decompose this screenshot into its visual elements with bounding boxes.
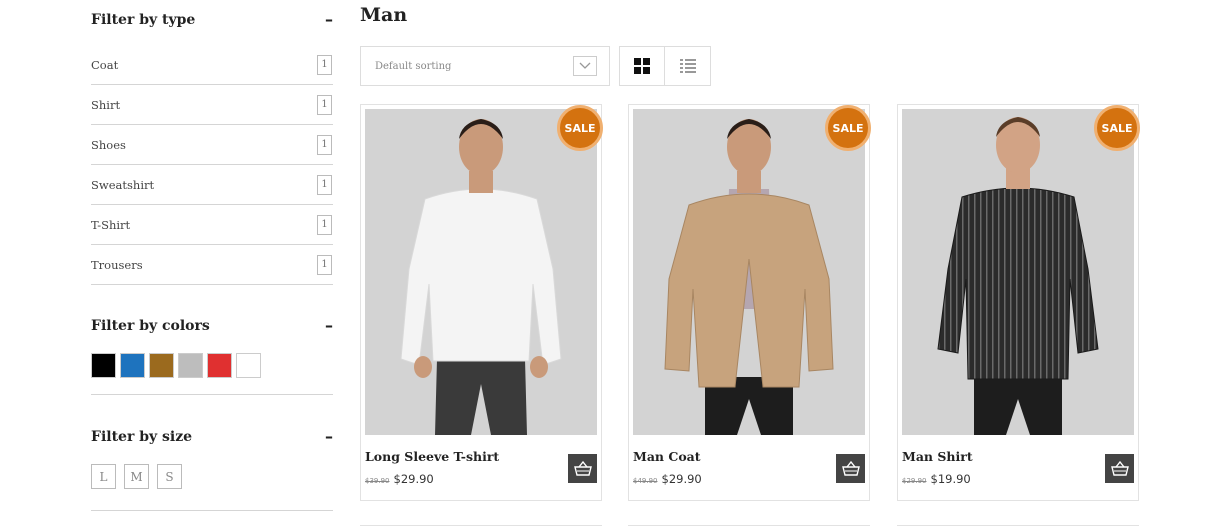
- size-option-s[interactable]: S: [157, 464, 182, 489]
- filter-by-colors-header[interactable]: Filter by colors –: [91, 316, 333, 335]
- sorting-selected-value: Default sorting: [375, 60, 452, 72]
- product-image[interactable]: [633, 109, 865, 435]
- type-count: 1: [317, 174, 332, 195]
- product-card[interactable]: SALE Man Coat $49.90 $29.90: [628, 104, 871, 501]
- filter-by-size-header[interactable]: Filter by size –: [91, 427, 333, 446]
- divider: [91, 394, 333, 395]
- collapse-icon[interactable]: –: [323, 427, 333, 446]
- grid-view-button[interactable]: [620, 47, 665, 85]
- collapse-icon[interactable]: –: [323, 10, 333, 29]
- product-name[interactable]: Man Shirt: [902, 449, 973, 464]
- type-label: T-Shirt: [91, 217, 131, 232]
- current-price: $29.90: [393, 472, 434, 486]
- list-view-button[interactable]: [665, 47, 710, 85]
- color-swatches: [91, 353, 261, 378]
- old-price: $29.90: [902, 477, 927, 485]
- current-price: $29.90: [661, 472, 702, 486]
- product-prices: $29.90 $19.90: [902, 472, 971, 486]
- type-count: 1: [317, 134, 332, 155]
- type-count: 1: [317, 94, 332, 115]
- add-to-cart-button[interactable]: [836, 454, 865, 483]
- product-image[interactable]: [365, 109, 597, 435]
- sorting-select[interactable]: Default sorting: [360, 46, 610, 86]
- color-swatch-black[interactable]: [91, 353, 116, 378]
- product-image[interactable]: [902, 109, 1134, 435]
- color-swatch-brown[interactable]: [149, 353, 174, 378]
- product-prices: $49.90 $29.90: [633, 472, 702, 486]
- divider: [91, 510, 333, 511]
- type-label: Trousers: [91, 257, 143, 272]
- color-swatch-red[interactable]: [207, 353, 232, 378]
- color-swatch-white[interactable]: [236, 353, 261, 378]
- basket-icon: [841, 460, 860, 476]
- size-option-l[interactable]: L: [91, 464, 116, 489]
- filter-by-colors-title: Filter by colors: [91, 317, 210, 334]
- product-name[interactable]: Long Sleeve T-shirt: [365, 449, 499, 464]
- type-item-trousers[interactable]: Trousers 1: [91, 245, 333, 285]
- product-card[interactable]: SALE Long Sleeve T-shirt $39.90 $29.90: [360, 104, 603, 501]
- type-item-coat[interactable]: Coat 1: [91, 45, 333, 85]
- page-title: Man: [360, 4, 408, 26]
- size-options: L M S: [91, 464, 182, 489]
- filter-by-type-header[interactable]: Filter by type –: [91, 10, 333, 29]
- old-price: $39.90: [365, 477, 390, 485]
- collapse-icon[interactable]: –: [323, 316, 333, 335]
- product-card[interactable]: SALE Man Shirt $29.90 $19.90: [897, 104, 1140, 501]
- current-price: $19.90: [930, 472, 971, 486]
- type-count: 1: [317, 254, 332, 275]
- basket-icon: [573, 460, 592, 476]
- view-toggle: [619, 46, 711, 86]
- color-swatch-blue[interactable]: [120, 353, 145, 378]
- basket-icon: [1110, 460, 1129, 476]
- sale-badge: SALE: [1094, 105, 1140, 151]
- color-swatch-grey[interactable]: [178, 353, 203, 378]
- sale-badge: SALE: [825, 105, 871, 151]
- list-icon: [679, 59, 696, 73]
- type-count: 1: [317, 214, 332, 235]
- grid-icon: [634, 58, 650, 74]
- old-price: $49.90: [633, 477, 658, 485]
- add-to-cart-button[interactable]: [1105, 454, 1134, 483]
- type-label: Coat: [91, 57, 119, 72]
- chevron-down-icon[interactable]: [573, 56, 597, 76]
- type-count: 1: [317, 54, 332, 75]
- type-item-t-shirt[interactable]: T-Shirt 1: [91, 205, 333, 245]
- type-label: Sweatshirt: [91, 177, 155, 192]
- type-item-shirt[interactable]: Shirt 1: [91, 85, 333, 125]
- type-label: Shirt: [91, 97, 121, 112]
- type-list: Coat 1 Shirt 1 Shoes 1 Sweatshirt 1 T-Sh…: [91, 45, 333, 285]
- product-name[interactable]: Man Coat: [633, 449, 701, 464]
- size-option-m[interactable]: M: [124, 464, 149, 489]
- sale-badge: SALE: [557, 105, 603, 151]
- add-to-cart-button[interactable]: [568, 454, 597, 483]
- filter-by-size-title: Filter by size: [91, 428, 193, 445]
- type-item-sweatshirt[interactable]: Sweatshirt 1: [91, 165, 333, 205]
- type-label: Shoes: [91, 137, 126, 152]
- product-prices: $39.90 $29.90: [365, 472, 434, 486]
- filter-by-type-title: Filter by type: [91, 11, 196, 28]
- type-item-shoes[interactable]: Shoes 1: [91, 125, 333, 165]
